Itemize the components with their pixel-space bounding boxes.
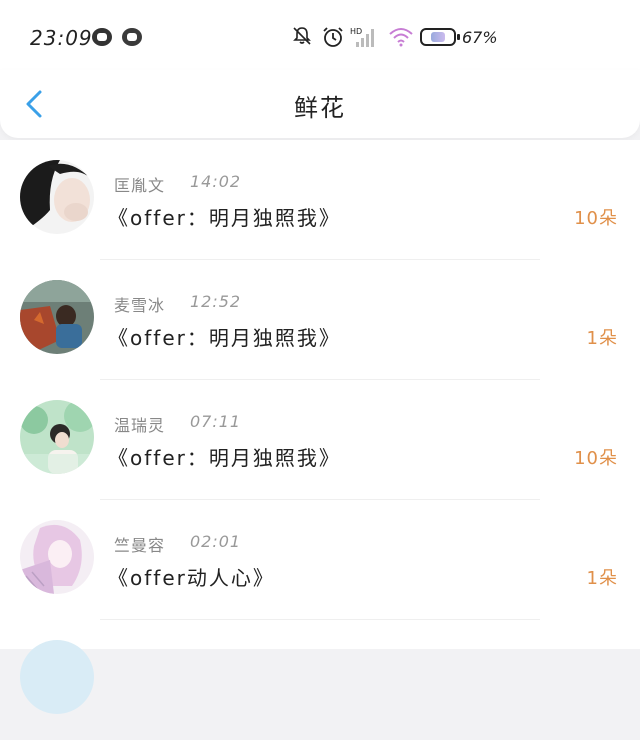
- timestamp: 07:11: [190, 412, 242, 431]
- signal-icon: HD: [350, 27, 374, 47]
- wifi-icon: [389, 28, 413, 47]
- avatar[interactable]: [20, 520, 94, 594]
- list-item[interactable]: 匡胤文 14:02 《offer：明月独照我》 10朵: [0, 140, 640, 260]
- flower-count: 10朵: [574, 448, 618, 469]
- timestamp: 02:01: [190, 532, 242, 551]
- sender-name: 匡胤文: [114, 176, 166, 195]
- status-time: 23:09: [30, 26, 93, 50]
- list-item[interactable]: 温瑞灵 07:11 《offer：明月独照我》 10朵: [0, 380, 640, 500]
- avatar[interactable]: [20, 400, 94, 474]
- sender-name: 麦雪冰: [114, 296, 166, 315]
- flower-count: 1朵: [586, 568, 618, 589]
- flower-list: 匡胤文 14:02 《offer：明月独照我》 10朵 麦雪冰 12:52 《o…: [0, 140, 640, 714]
- list-item[interactable]: [0, 620, 640, 740]
- bell-muted-icon: [293, 27, 311, 45]
- network-label: HD: [350, 27, 362, 36]
- book-title: 《offer：明月独照我》: [108, 206, 341, 230]
- status-bar: 23:09 HD 67%: [0, 0, 640, 70]
- book-title: 《offer动人心》: [108, 566, 275, 590]
- header: 鲜花: [0, 70, 640, 138]
- flower-count: 1朵: [586, 328, 618, 349]
- book-title: 《offer：明月独照我》: [108, 326, 341, 350]
- page-title: 鲜花: [294, 94, 346, 122]
- battery-percent: 67%: [462, 28, 498, 47]
- avatar[interactable]: [20, 160, 94, 234]
- flower-count: 10朵: [574, 208, 618, 229]
- sender-name: 温瑞灵: [114, 416, 166, 435]
- alarm-icon: [323, 27, 343, 47]
- timestamp: 14:02: [190, 172, 242, 191]
- book-title: 《offer：明月独照我》: [108, 446, 341, 470]
- app-a-icon: [92, 28, 112, 46]
- avatar[interactable]: [20, 280, 94, 354]
- sender-name: 竺曼容: [114, 536, 166, 555]
- list-item[interactable]: 麦雪冰 12:52 《offer：明月独照我》 1朵: [0, 260, 640, 380]
- timestamp: 12:52: [190, 292, 242, 311]
- app-b-icon: [122, 28, 142, 46]
- battery-icon: [420, 28, 460, 46]
- list-item[interactable]: 竺曼容 02:01 《offer动人心》 1朵: [0, 500, 640, 620]
- avatar[interactable]: [20, 640, 94, 714]
